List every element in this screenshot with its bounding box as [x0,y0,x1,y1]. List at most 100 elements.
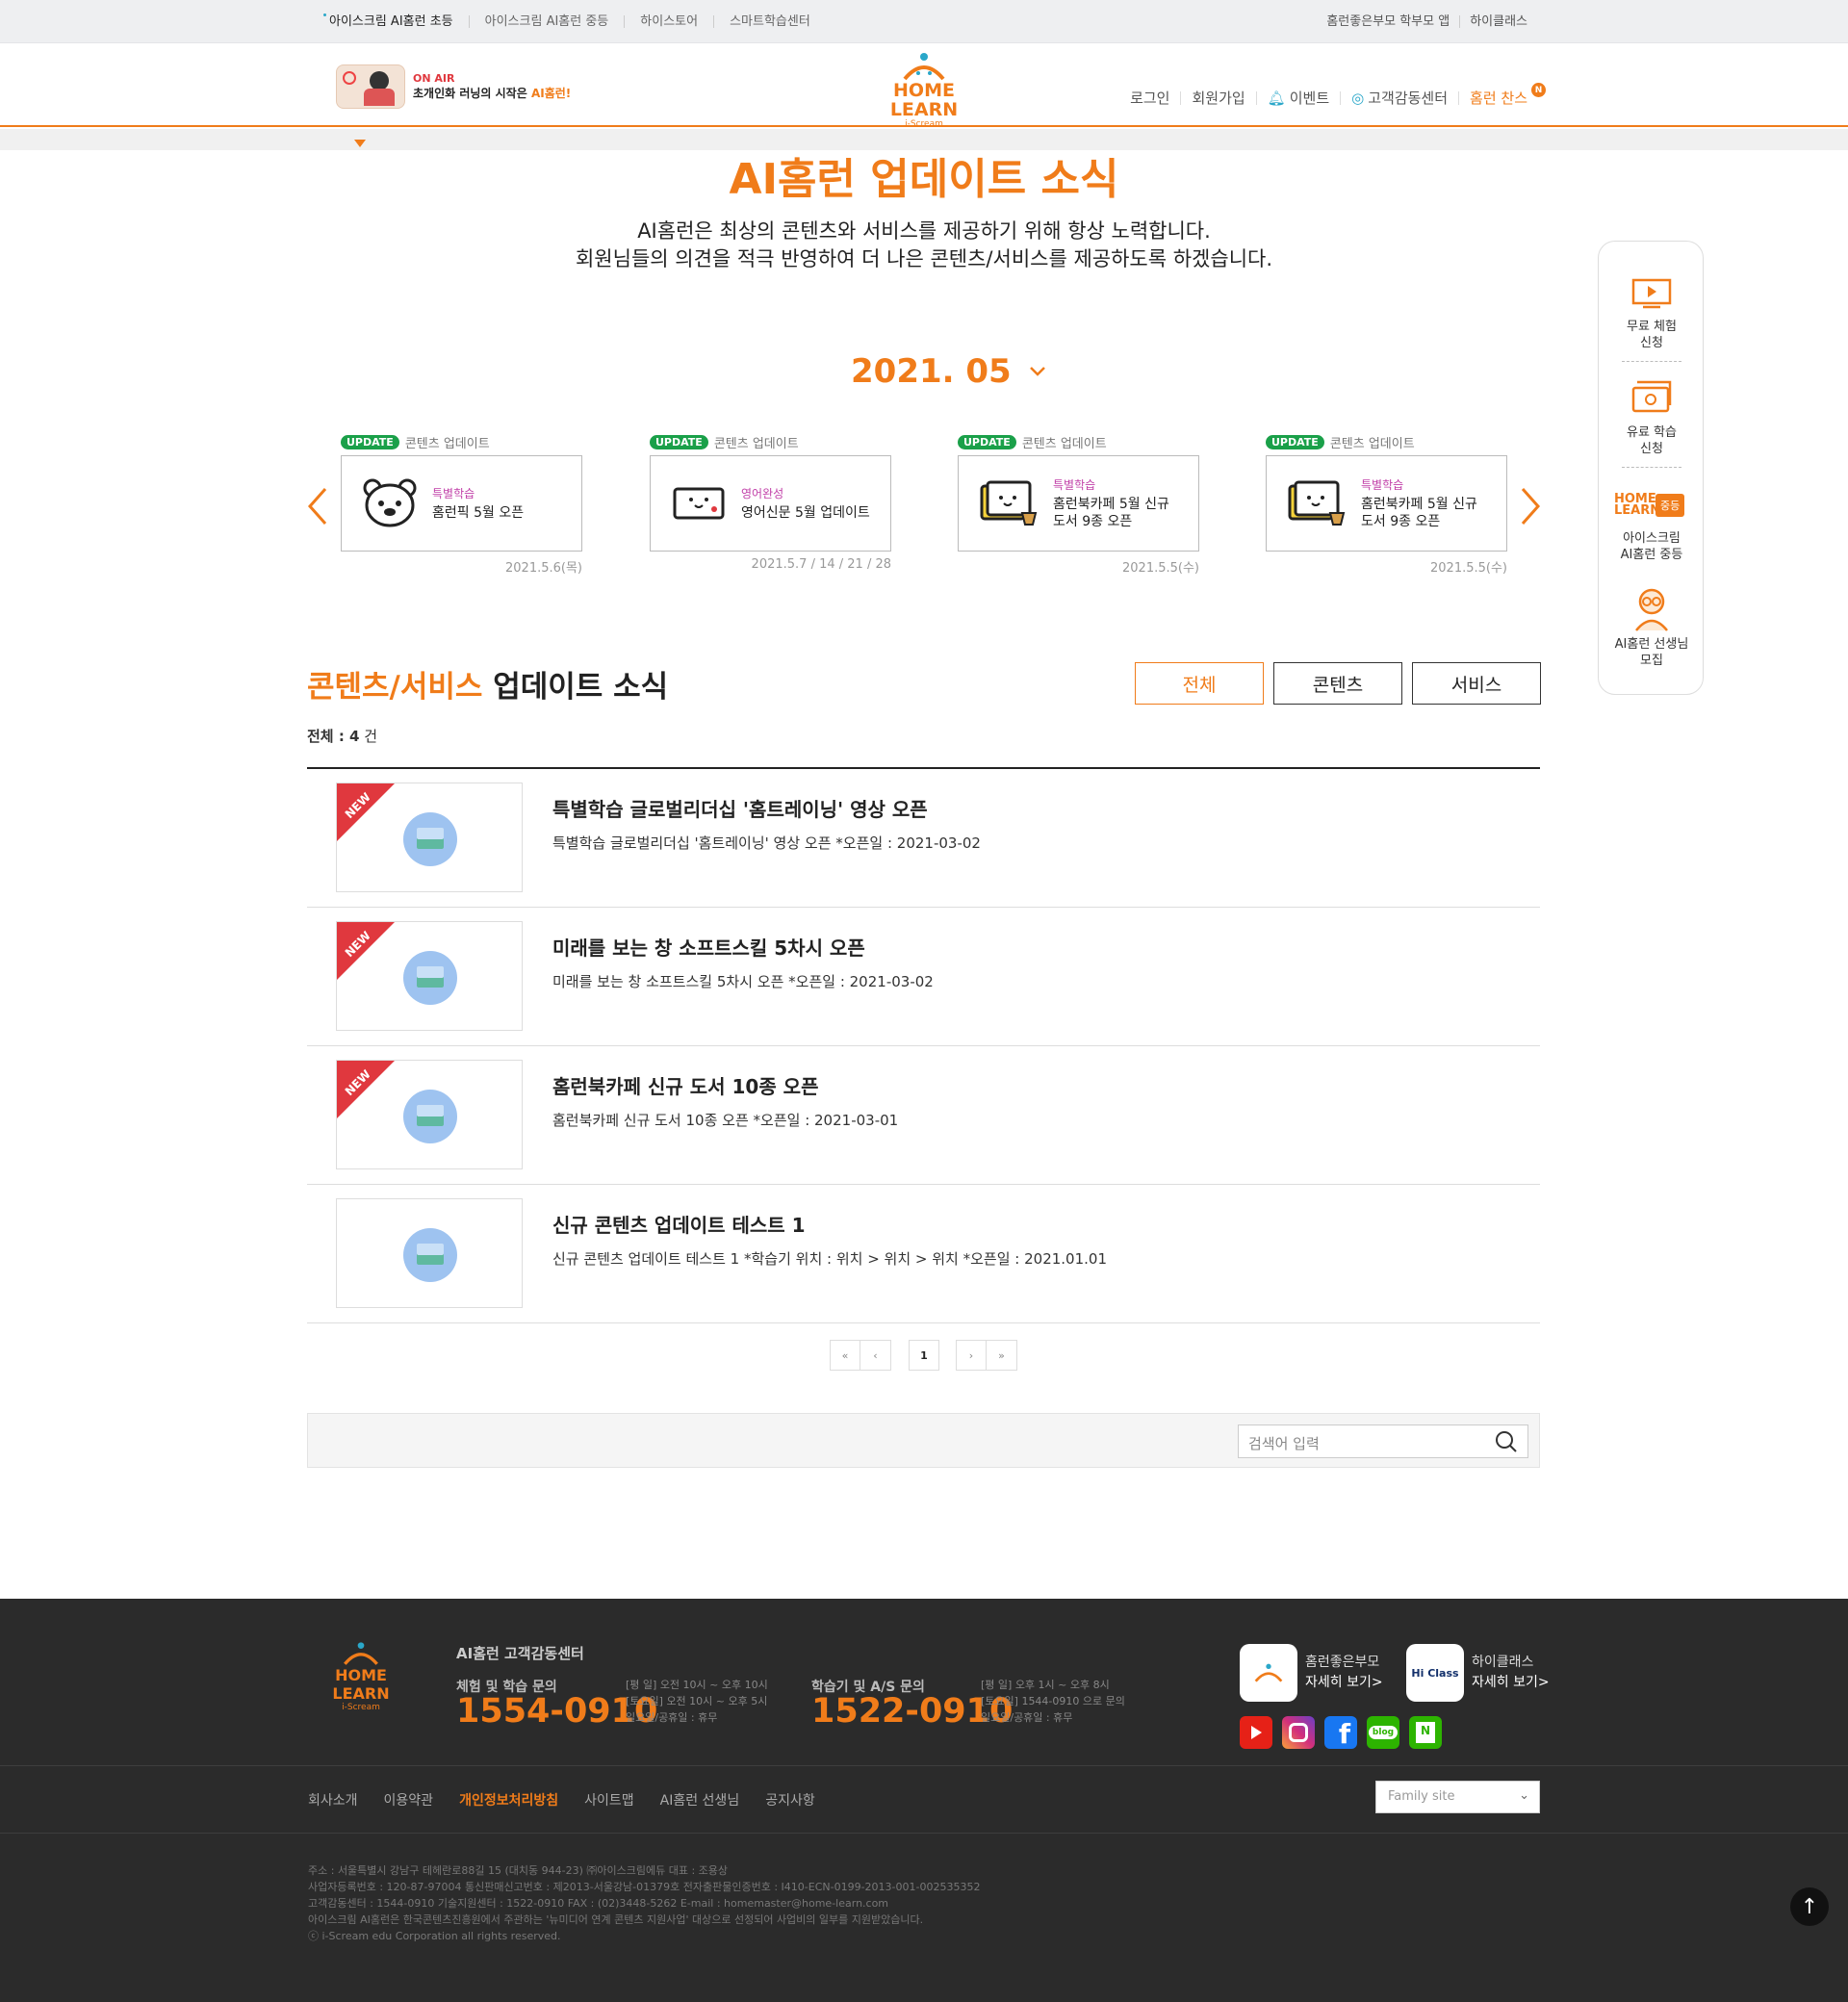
site-link-elementary[interactable]: 아이스크림 AI홈런 초등 [321,13,469,28]
month-selector[interactable]: 2021. 05 [851,352,1046,391]
intro-line-2: 회원님들의 의견을 적극 반영하여 더 나은 콘텐츠/서비스를 제공하도록 하겠… [575,247,1273,270]
item-desc: 신규 콘텐츠 업데이트 테스트 1 *학습기 위치 : 위치 > 위치 > 위치… [552,1250,1107,1268]
home-learn-logo[interactable]: HOME LEARN i-Scream [857,52,991,129]
logo-subtext: i-Scream [905,119,943,129]
card-date: 2021.5.6(목) [505,561,582,576]
divider [1622,467,1681,468]
page-number[interactable]: 1 [909,1340,939,1371]
list-item[interactable]: NEW 홈런북카페 신규 도서 10종 오픈 홈런북카페 신규 도서 10종 오… [307,1046,1540,1185]
item-title: 신규 콘텐츠 업데이트 테스트 1 [552,1214,806,1237]
hiclass-app-text[interactable]: 하이클래스 자세히 보기> [1472,1653,1550,1693]
facebook-icon[interactable]: f [1324,1716,1357,1750]
section-heading-highlight: 콘텐츠/서비스 [307,670,483,705]
card-category: 특별학습 [432,487,475,500]
homerun-chance-link[interactable]: 홈런 찬스 N [1458,83,1546,106]
update-card[interactable]: UPDATE 콘텐츠 업데이트 특별학습 홈런북카페 5월 신규 도서 9종 오픈 … [958,432,1199,576]
parent-app-link[interactable]: 홈런좋은부모 학부모 앱 [1317,15,1459,28]
hours-saturday: [토요일] 오전 10시 ~ 오후 5시 [626,1695,768,1707]
search-icon[interactable] [1495,1430,1518,1453]
onair-text: 초개인화 러닝의 시작은 [413,87,531,100]
free-trial-link[interactable]: 무료 체험 신청 [1599,319,1705,351]
list-item[interactable]: NEW 특별학습 글로벌리더십 '홈트레이닝' 영상 오픈 특별학습 글로벌리더… [307,769,1540,908]
onair-thumbnail [336,64,405,109]
top-utility-bar: 아이스크림 AI홈런 초등 아이스크림 AI홈런 중등 하이스토어 스마트학습센… [0,0,1848,43]
sitemap-link[interactable]: 사이트맵 [584,1790,634,1810]
trial-hours: [평 일] 오전 10시 ~ 오후 10시 [토요일] 오전 10시 ~ 오후 … [626,1677,768,1726]
footer-links: 회사소개 이용약관 개인정보처리방침 사이트맵 AI홈런 선생님 공지사항 [308,1790,815,1810]
update-card[interactable]: UPDATE 콘텐츠 업데이트 영어완성 영어신문 5월 업데이트 2021.5.7… [650,432,891,572]
notice-link[interactable]: 공지사항 [765,1790,815,1810]
page-intro: AI홈런은 최상의 콘텐츠와 서비스를 제공하기 위해 항상 노력합니다. 회원… [0,218,1848,273]
item-title: 홈런북카페 신규 도서 10종 오픈 [552,1075,819,1098]
main-header: ON AIR 초개인화 러닝의 시작은 AI홈런! HOME LEARN i-S… [0,44,1848,129]
site-link-middle[interactable]: 아이스크림 AI홈런 중등 [468,15,625,28]
carousel-next-icon[interactable] [1519,486,1542,526]
copyright: ⓒ i-Scream edu Corporation all rights re… [308,1930,561,1942]
parent-app-icon[interactable] [1240,1644,1297,1702]
search-input[interactable]: 검색어 입력 [1238,1424,1528,1458]
update-card[interactable]: UPDATE 콘텐츠 업데이트 특별학습 홈런픽 5월 오픈 2021.5.6(목) [341,432,582,576]
logo-text: HOME LEARN [889,80,959,120]
headset-icon: ◎ [1351,90,1365,107]
logo-mark-icon [344,1642,378,1665]
site-links: 아이스크림 AI홈런 초등 아이스크림 AI홈런 중등 하이스토어 스마트학습센… [321,0,826,43]
hiclass-link[interactable]: 하이클래스 [1459,15,1537,28]
signup-link[interactable]: 회원가입 [1180,91,1255,106]
terms-link[interactable]: 이용약관 [384,1790,434,1810]
event-link[interactable]: 🔔︎ 이벤트 [1255,90,1340,107]
card-title: 홈런북카페 5월 신규 도서 9종 오픈 [1361,497,1477,529]
first-page-icon[interactable]: « [830,1340,860,1371]
teacher-link[interactable]: AI홈런 선생님 [660,1790,740,1810]
login-link[interactable]: 로그인 [1119,91,1180,106]
card-date: 2021.5.5(수) [1430,561,1507,576]
teacher-recruit-link[interactable]: AI홈런 선생님 모집 [1599,636,1705,669]
blog-icon[interactable]: blog [1367,1716,1399,1749]
support-notice: 아이스크림 AI홈런은 한국콘텐츠진흥원에서 주관하는 '뉴미디어 연계 콘텐츠… [308,1913,924,1926]
card-payment-icon [1631,380,1672,413]
scroll-top-icon[interactable]: ↑ [1790,1887,1829,1926]
filter-all-button[interactable]: 전체 [1135,662,1264,705]
count-label: 전체 : [307,728,350,745]
instagram-icon[interactable] [1282,1716,1315,1749]
card-category: 영어완성 [741,487,784,500]
update-card[interactable]: UPDATE 콘텐츠 업데이트 특별학습 홈런북카페 5월 신규 도서 9종 오픈 … [1266,432,1507,576]
filter-service-button[interactable]: 서비스 [1412,662,1541,705]
card-date: 2021.5.5(수) [1122,561,1199,576]
privacy-link[interactable]: 개인정보처리방침 [459,1790,558,1810]
last-page-icon[interactable]: » [987,1340,1017,1371]
teacher-icon [1635,588,1668,631]
parent-app-text[interactable]: 홈런좋은부모 자세히 보기> [1305,1653,1383,1693]
play-screen-icon [1631,278,1672,309]
count-unit: 건 [359,728,378,745]
prev-page-icon[interactable]: ‹ [860,1340,891,1371]
youtube-icon[interactable] [1240,1716,1272,1749]
paid-study-link[interactable]: 유료 학습 신청 [1599,424,1705,457]
filter-contents-button[interactable]: 콘텐츠 [1273,662,1402,705]
customer-center-link[interactable]: ◎ 고객감동센터 [1340,90,1458,107]
intro-line-1: AI홈런은 최상의 콘텐츠와 서비스를 제공하기 위해 항상 노력합니다. [637,219,1211,243]
update-badge: UPDATE [341,434,399,449]
company-link[interactable]: 회사소개 [308,1790,358,1810]
hiclass-app-icon[interactable]: Hi Class [1406,1644,1464,1702]
pagination-next: › » [956,1340,1017,1371]
next-page-icon[interactable]: › [956,1340,987,1371]
middle-badge: 중등 [1656,494,1685,517]
naver-post-icon[interactable]: N [1409,1716,1442,1749]
site-link-smart-center[interactable]: 스마트학습센터 [713,15,826,28]
bell-icon: 🔔︎ [1267,90,1286,107]
hours-holiday: 일요일/공휴일 : 휴무 [626,1711,718,1724]
family-site-select[interactable]: Family site ⌄ [1375,1781,1540,1813]
middle-school-link[interactable]: 아이스크림 AI홈런 중등 [1599,530,1705,563]
onair-banner[interactable]: ON AIR 초개인화 러닝의 시작은 AI홈런! [336,64,586,109]
new-badge: N [1531,83,1546,97]
carousel-prev-icon[interactable] [306,486,329,526]
quick-menu: 무료 체험 신청 유료 학습 신청 HOME LEARN 중등 아이스크림 AI… [1598,241,1704,695]
list-item[interactable]: NEW 미래를 보는 창 소프트스킬 5차시 오픈 미래를 보는 창 소프트스킬… [307,908,1540,1046]
family-site-value: Family site [1388,1789,1455,1804]
result-count: 전체 : 4 건 [307,726,377,746]
list-item[interactable]: 신규 콘텐츠 업데이트 테스트 1 신규 콘텐츠 업데이트 테스트 1 *학습기… [307,1185,1540,1323]
customer-center-label: 고객감동센터 [1368,90,1449,107]
hiclass-app-name: 하이클래스 [1472,1655,1534,1670]
site-link-histore[interactable]: 하이스토어 [624,15,713,28]
update-badge: UPDATE [958,434,1016,449]
